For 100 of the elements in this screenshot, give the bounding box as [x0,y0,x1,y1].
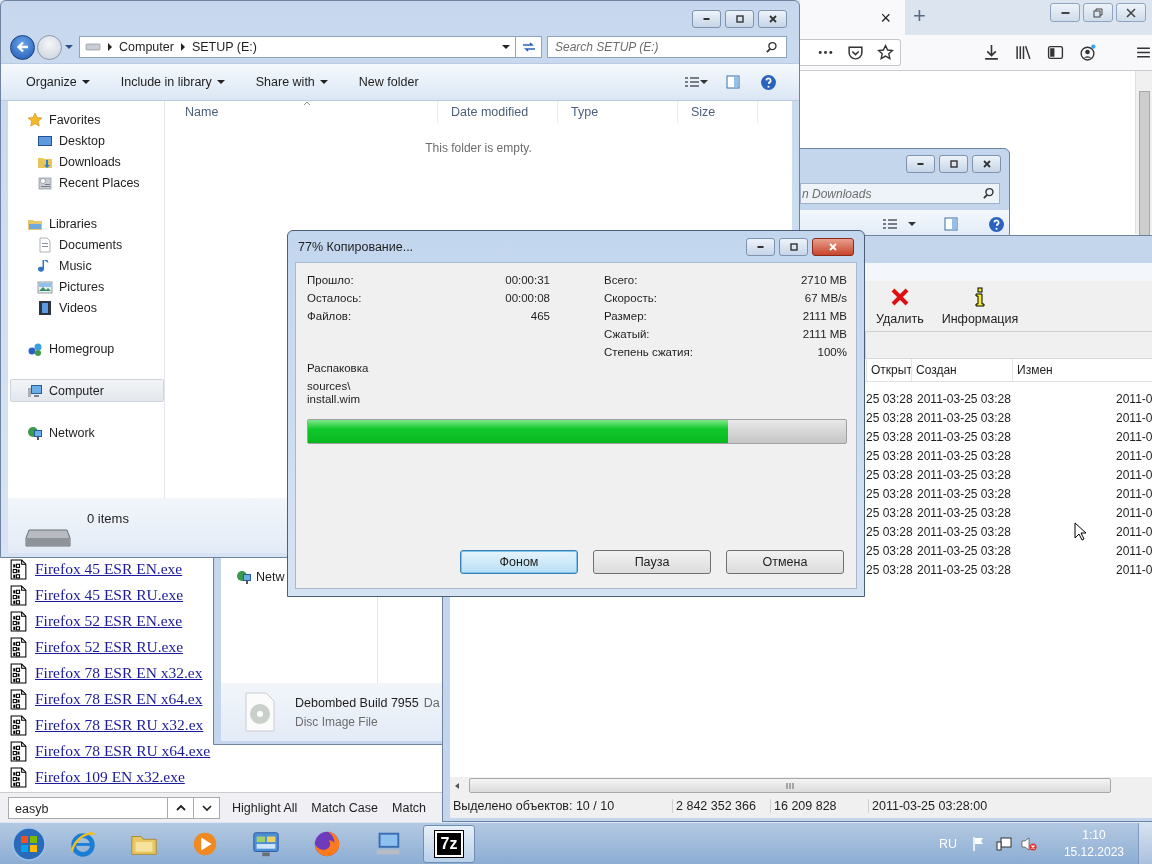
search-field[interactable]: n Downloads [800,183,1000,204]
nav-item[interactable]: Pictures [8,276,164,297]
file-link[interactable]: Firefox 52 ESR RU.exe [35,638,184,656]
search-field[interactable]: Search SETUP (E:) [547,36,787,58]
nav-item[interactable]: Network [8,422,164,443]
start-button[interactable] [10,824,48,863]
maximize-button[interactable] [939,155,968,173]
maximize-button[interactable] [779,237,808,256]
column-header[interactable]: Date modified [438,101,558,123]
table-cell-text: 25 03:28 [866,524,911,541]
network-icon[interactable] [995,835,1012,852]
star-icon[interactable] [877,44,894,61]
view-options-icon[interactable] [882,218,898,230]
back-button[interactable] [10,34,35,60]
toolbar-button[interactable]: Share with [255,75,328,89]
file-link[interactable]: Firefox 45 ESR RU.exe [35,586,184,604]
table-cell-text: 25 03:28 [866,486,911,503]
dialog-button[interactable]: Отмена [726,550,844,574]
binary-file-icon [10,740,27,762]
column-header[interactable]: Type [558,101,678,123]
address-bar[interactable] [800,39,901,66]
maximize-button[interactable] [725,10,754,28]
nav-item[interactable]: Computer [10,379,164,402]
sidebar-icon[interactable] [1047,44,1064,61]
nav-item[interactable]: Music [8,255,164,276]
stat-label: Скорость: [604,291,657,306]
close-button[interactable] [972,155,1001,173]
column-header[interactable]: Создан [911,359,1012,381]
nav-item[interactable]: Libraries [8,213,164,234]
find-option[interactable]: Match [392,800,427,815]
new-tab-button[interactable]: + [913,5,926,27]
dialog-button[interactable]: Фоном [460,550,578,574]
account-icon[interactable] [1079,44,1096,61]
table-cell-text: 25 03:28 [866,429,911,446]
nav-item[interactable]: Documents [8,234,164,255]
dialog-button[interactable]: Пауза [593,550,711,574]
breadcrumb[interactable]: SETUP (E:) [191,40,257,54]
nav-item[interactable]: Videos [8,297,164,318]
chevron-icon[interactable] [179,43,186,51]
taskbar-button[interactable]: 7z [423,824,475,863]
toolbar-button[interactable]: Информация [937,286,1023,326]
nav-item[interactable]: Downloads [8,151,164,172]
table-cell-text: 2011-0 [1115,543,1152,560]
item-count: 0 items [87,511,129,526]
toolbar-button[interactable]: Include in library [120,75,225,89]
column-header[interactable]: Name [165,101,438,123]
refresh-button[interactable] [516,36,542,58]
close-tab-button[interactable]: × [880,8,891,27]
vertical-scrollbar[interactable] [1135,71,1152,234]
nav-item[interactable]: Desktop [8,130,164,151]
next-match-button[interactable] [194,796,220,819]
file-path: install.wim [307,393,361,406]
close-button[interactable] [758,10,787,28]
table-cell-text: 25 03:28 [866,448,911,465]
toolbar-button[interactable]: Organize [26,75,90,89]
caret-icon[interactable] [908,221,916,227]
close-button[interactable] [1116,3,1146,22]
toolbar-button[interactable]: New folder [358,75,419,89]
nav-item[interactable]: Favorites [8,109,164,130]
column-header[interactable]: Открыт [866,359,911,381]
caret-icon[interactable] [700,79,708,85]
stat-label: Размер: [604,309,647,324]
nav-item[interactable]: Netw [236,569,285,585]
horizontal-scrollbar[interactable] [450,777,1152,794]
help-icon[interactable] [988,215,1005,233]
muted-speaker-icon[interactable] [1020,835,1037,852]
find-option[interactable]: Highlight All [232,800,298,815]
find-field[interactable]: easyb [8,796,168,819]
view-options-icon[interactable] [684,76,700,88]
file-link[interactable]: Firefox 52 ESR EN.exe [35,612,183,630]
chevron-icon[interactable] [107,43,113,51]
previous-match-button[interactable] [168,796,194,819]
film-icon [37,299,53,316]
pocket-icon[interactable] [847,44,864,61]
column-header[interactable]: Измен [1012,359,1112,381]
file-path: sources\ [307,380,352,393]
find-option[interactable]: Match Case [311,800,379,815]
breadcrumb[interactable]: Computer [119,40,174,54]
nav-item[interactable]: Homegroup [8,338,164,359]
menu-icon[interactable] [1135,44,1152,61]
file-link[interactable]: Firefox 78 ESR EN x32.ex [35,664,203,682]
table-cell-text: 2011-0 [1115,562,1152,579]
toolbar-button[interactable]: Удалить [872,286,928,326]
scroll-left-icon[interactable] [453,781,461,790]
library-icon[interactable] [1015,44,1032,61]
help-icon[interactable] [760,73,777,91]
nav-item[interactable]: Recent Places [8,172,164,193]
download-icon[interactable] [983,44,1000,61]
caret-icon[interactable] [502,44,510,50]
file-link[interactable]: Firefox 78 ESR RU x32.ex [35,716,204,734]
file-link[interactable]: Firefox 78 ESR RU x64.exe [35,742,211,760]
mouse-pointer-icon [1074,522,1086,542]
close-button[interactable] [812,237,854,256]
file-link[interactable]: Firefox 45 ESR EN.exe [35,560,183,578]
file-link[interactable]: Firefox 109 EN x32.exe [35,768,185,786]
address-bar[interactable]: Computer SETUP (E:) [79,36,516,58]
file-link[interactable]: Firefox 78 ESR EN x64.ex [35,690,203,708]
column-header[interactable]: Size [678,101,758,123]
table-cell-text: 2011-03-25 03:28 [916,467,1012,484]
minimize-button[interactable] [1050,3,1080,22]
